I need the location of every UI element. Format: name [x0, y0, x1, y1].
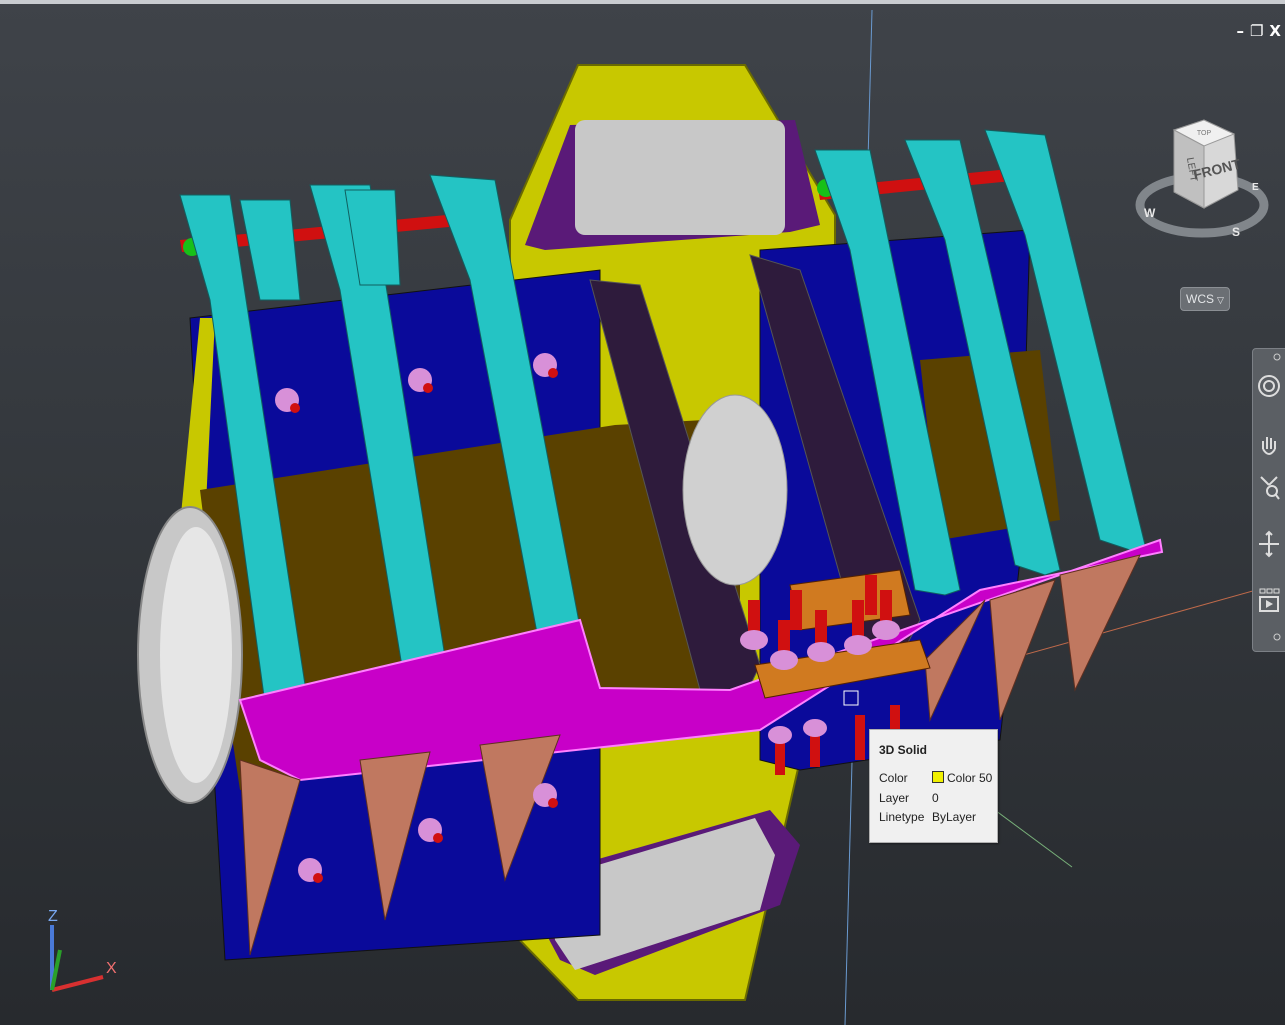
- tooltip-layer-value: 0: [932, 791, 939, 805]
- tooltip-linetype-value: ByLayer: [932, 810, 977, 824]
- tooltip-title: 3D Solid: [879, 743, 928, 757]
- rollover-tooltip: 3D Solid Color Color 50 Layer 0 Linetype…: [869, 729, 998, 843]
- compass-e-label[interactable]: E: [1252, 182, 1259, 193]
- navbar-options-icon[interactable]: [1257, 629, 1281, 643]
- showmotion-icon[interactable]: [1257, 587, 1281, 617]
- navigation-bar: [1252, 348, 1285, 652]
- tooltip-color-value: Color 50: [932, 771, 992, 785]
- ucs-icon[interactable]: Z X: [38, 905, 128, 1000]
- tooltip-color-text: Color 50: [947, 771, 993, 785]
- wcs-menu[interactable]: WCS ▽: [1180, 287, 1230, 311]
- center-tube: [682, 394, 788, 586]
- close-button[interactable]: X: [1269, 22, 1281, 40]
- 3d-model-scene[interactable]: [0, 0, 1285, 1025]
- restore-button[interactable]: ❐: [1250, 22, 1263, 40]
- viewport-window-controls: – ❐ X: [1236, 22, 1281, 40]
- tooltip-layer-label: Layer: [879, 791, 910, 805]
- ucs-z-label: Z: [48, 908, 58, 925]
- wcs-label: WCS: [1186, 292, 1215, 306]
- viewcube[interactable]: FRONT LEFT TOP W S E: [1132, 110, 1272, 245]
- color-swatch: [932, 771, 944, 783]
- compass-w-label[interactable]: W: [1144, 206, 1156, 220]
- viewcube-top-label: TOP: [1197, 130, 1212, 137]
- orbit-icon[interactable]: [1257, 529, 1281, 559]
- left-tube-inner: [160, 527, 232, 783]
- navbar-close-icon[interactable]: [1257, 353, 1281, 361]
- zoom-icon[interactable]: [1257, 471, 1281, 501]
- ucs-x-label: X: [106, 960, 117, 977]
- minimize-button[interactable]: –: [1236, 22, 1244, 40]
- chevron-down-icon: ▽: [1217, 295, 1224, 305]
- tooltip-color-label: Color: [879, 771, 908, 785]
- tooltip-linetype-label: Linetype: [879, 810, 925, 824]
- model-viewport[interactable]: – ❐ X FRONT LEFT TOP W S E WCS ▽ 3D Solid…: [0, 0, 1285, 1025]
- pan-icon[interactable]: [1257, 431, 1281, 461]
- steering-wheel-icon[interactable]: [1257, 371, 1281, 401]
- compass-s-label[interactable]: S: [1232, 225, 1240, 239]
- ucs-x-axis: [51, 975, 104, 992]
- upper-roller: [575, 120, 785, 235]
